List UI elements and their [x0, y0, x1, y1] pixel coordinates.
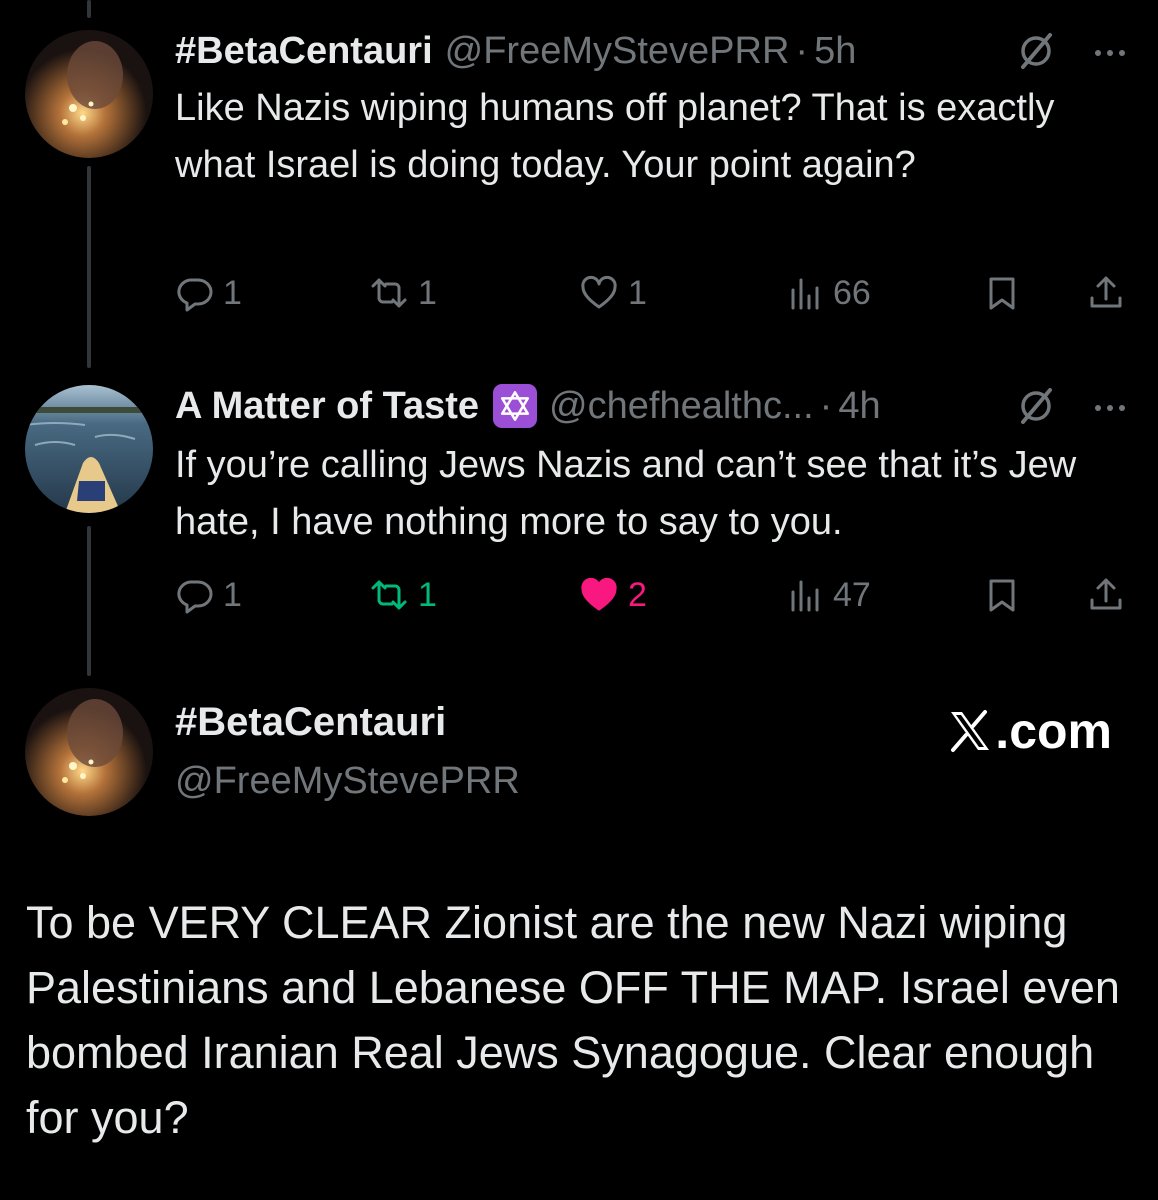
tweet-text: Like Nazis wiping humans off planet? Tha…: [175, 87, 1055, 186]
avatar[interactable]: [25, 385, 153, 513]
bookmark-button[interactable]: [983, 570, 1031, 620]
reply-count: 1: [223, 575, 242, 614]
views-button[interactable]: 66: [785, 268, 871, 318]
retweet-icon: [371, 580, 407, 610]
bookmark-icon: [989, 579, 1015, 612]
handle[interactable]: @chefhealthc...: [549, 385, 814, 428]
handle[interactable]: @FreeMyStevePRR: [175, 760, 520, 803]
separator-dot: ·: [819, 384, 833, 427]
tweet-header: #BetaCentauri @FreeMyStevePRR · 5h: [175, 26, 1130, 76]
timestamp[interactable]: 4h: [838, 385, 880, 428]
thread-line-1: [87, 166, 91, 368]
reply-icon: [177, 278, 213, 312]
share-button[interactable]: [1087, 570, 1135, 620]
like-icon: [581, 275, 617, 309]
separator-dot: ·: [795, 29, 809, 72]
views-count: 66: [833, 273, 871, 312]
display-name[interactable]: A Matter of Taste: [175, 385, 479, 428]
like-count: 1: [628, 273, 647, 312]
reply-button[interactable]: 1: [175, 268, 242, 318]
retweet-button[interactable]: 1: [370, 570, 437, 620]
share-button[interactable]: [1087, 268, 1135, 318]
thread-line-2: [87, 526, 91, 676]
focused-tweet-text: To be VERY CLEAR Zionist are the new Naz…: [26, 897, 1120, 1143]
views-count: 47: [833, 575, 871, 614]
share-icon: [1090, 578, 1122, 610]
display-name[interactable]: #BetaCentauri: [175, 700, 446, 745]
watermark-text: .com: [995, 703, 1112, 759]
display-name[interactable]: #BetaCentauri: [175, 30, 433, 73]
like-button[interactable]: 1: [580, 268, 647, 318]
x-com-watermark: .com: [947, 702, 1112, 760]
timestamp[interactable]: 5h: [814, 30, 856, 73]
share-icon: [1090, 276, 1122, 308]
avatar[interactable]: [25, 688, 153, 816]
more-icon[interactable]: [1090, 31, 1130, 71]
reply-count: 1: [223, 273, 242, 312]
retweet-count: 1: [418, 273, 437, 312]
like-icon: [581, 577, 617, 611]
reply-icon: [177, 580, 213, 614]
like-button[interactable]: 2: [580, 570, 647, 620]
retweet-count: 1: [418, 575, 437, 614]
retweet-icon: [371, 278, 407, 308]
thread-line-top: [87, 0, 91, 18]
tweet-actions: 1 1 1 66: [175, 268, 1135, 318]
like-count: 2: [628, 575, 647, 614]
tweet-actions: 1 1 2 47: [175, 570, 1135, 620]
handle[interactable]: @FreeMyStevePRR: [445, 30, 790, 73]
retweet-button[interactable]: 1: [370, 268, 437, 318]
grok-icon[interactable]: [1016, 31, 1056, 71]
views-icon: [791, 580, 819, 612]
bookmark-button[interactable]: [983, 268, 1031, 318]
avatar[interactable]: [25, 30, 153, 158]
reply-button[interactable]: 1: [175, 570, 242, 620]
grok-icon[interactable]: [1016, 386, 1056, 426]
views-button[interactable]: 47: [785, 570, 871, 620]
x-logo-icon: [951, 710, 990, 752]
star-of-david-icon: [493, 384, 538, 428]
more-icon[interactable]: [1090, 386, 1130, 426]
bookmark-icon: [989, 277, 1015, 310]
tweet-header: A Matter of Taste @chefhealthc... · 4h: [175, 381, 1130, 431]
tweet-text: If you’re calling Jews Nazis and can’t s…: [175, 444, 1077, 543]
views-icon: [791, 278, 819, 310]
